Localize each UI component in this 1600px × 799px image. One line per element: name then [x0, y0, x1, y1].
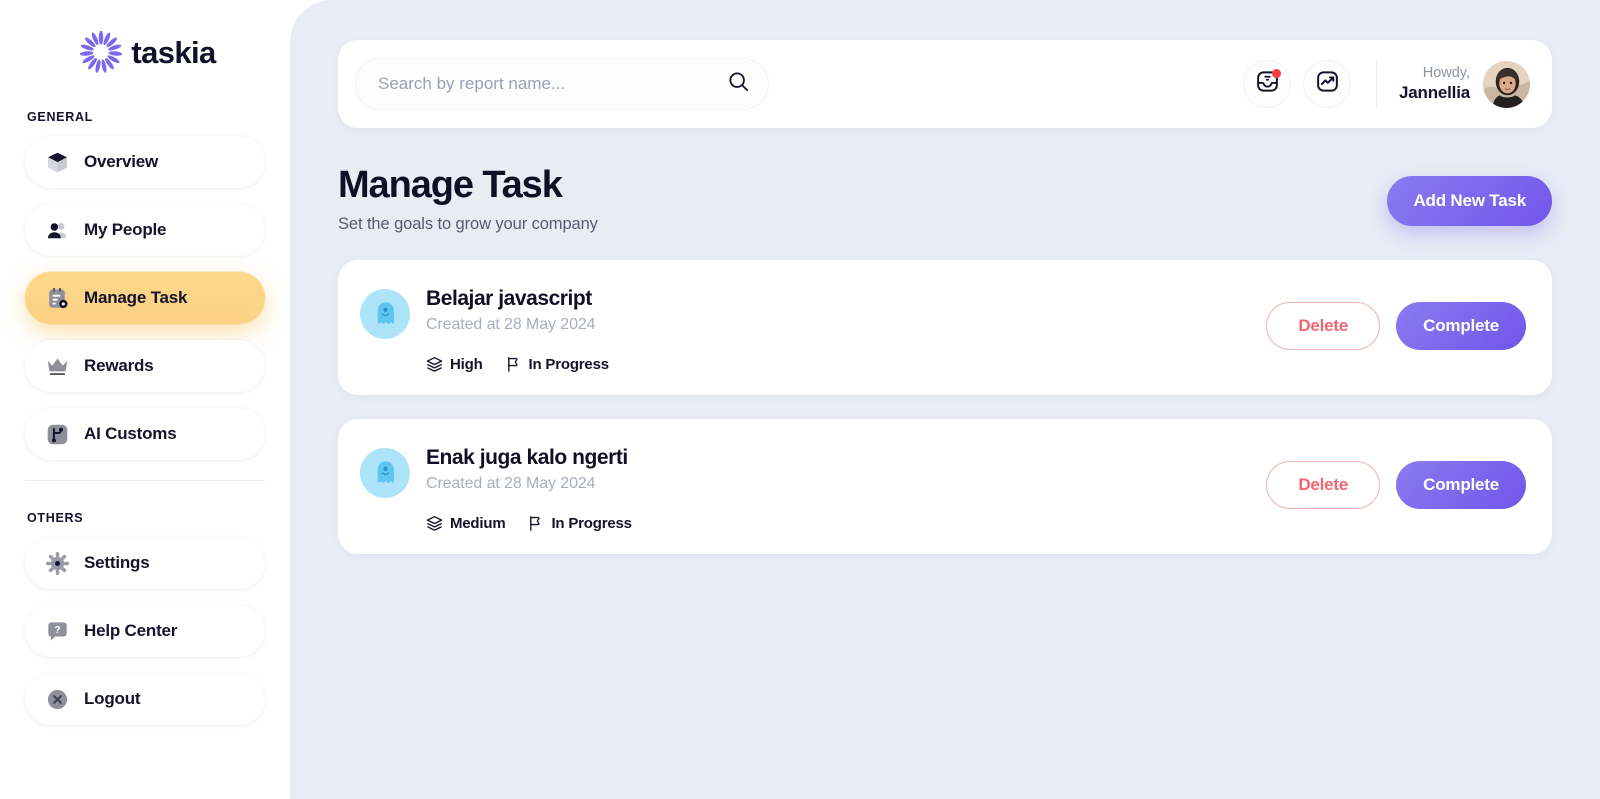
page-title: Manage Task	[338, 164, 563, 206]
page-subtitle: Set the goals to grow your company	[338, 214, 598, 233]
task-info: Belajar javascript Created at 28 May 202…	[360, 286, 1266, 373]
task-row[interactable]: Belajar javascript Created at 28 May 202…	[338, 259, 1552, 395]
user-greeting-block: Howdy, Jannellia	[1399, 64, 1470, 104]
users-group-icon	[45, 218, 70, 243]
user-name: Jannellia	[1399, 83, 1470, 103]
task-avatar	[360, 447, 410, 498]
sidebar-divider	[25, 480, 265, 481]
topbar-divider	[1376, 60, 1378, 108]
sidebar-item-overview[interactable]: Overview	[25, 136, 265, 188]
flag-icon	[527, 515, 544, 532]
svg-text:?: ?	[54, 625, 60, 636]
sidebar-nav-others: Settings ? Help Center Logout	[25, 537, 265, 725]
sidebar-nav-general: Overview My People Manage Task Rewards A…	[25, 136, 265, 460]
task-text-block: Belajar javascript Created at 28 May 202…	[426, 286, 609, 373]
main-content: Howdy, Jannellia	[290, 0, 1600, 799]
user-profile[interactable]: Howdy, Jannellia	[1399, 60, 1530, 108]
sidebar-item-label: Overview	[84, 152, 159, 171]
cube-box-icon	[45, 150, 70, 175]
search-container[interactable]	[356, 59, 768, 109]
task-actions: Delete Complete	[1266, 301, 1526, 350]
task-created-at: Created at 28 May 2024	[426, 315, 596, 333]
app-root: taskia GENERAL Overview My People Manage…	[0, 0, 1600, 799]
inbox-notification-button[interactable]	[1244, 61, 1291, 107]
complete-task-button[interactable]: Complete	[1396, 301, 1526, 350]
page-header: Manage Task Set the goals to grow your c…	[338, 164, 1552, 234]
question-bubble-icon: ?	[45, 619, 70, 644]
page-heading-text: Manage Task Set the goals to grow your c…	[338, 164, 1387, 234]
sidebar-item-label: Help Center	[84, 621, 178, 640]
sidebar-item-manage-task[interactable]: Manage Task	[25, 272, 265, 324]
task-priority: High	[426, 356, 483, 373]
sidebar-item-ai-customs[interactable]: AI Customs	[25, 408, 265, 460]
task-status: In Progress	[527, 514, 632, 532]
notification-badge	[1272, 69, 1282, 78]
task-priority-label: High	[450, 355, 483, 373]
sidebar-item-label: My People	[84, 220, 167, 239]
task-info: Enak juga kalo ngerti Created at 28 May …	[360, 445, 1266, 532]
task-avatar	[360, 288, 410, 339]
greeting-text: Howdy,	[1422, 64, 1470, 81]
task-list: Belajar javascript Created at 28 May 202…	[338, 259, 1552, 554]
task-text-block: Enak juga kalo ngerti Created at 28 May …	[426, 445, 632, 532]
sidebar-section-others: OTHERS	[27, 511, 84, 525]
close-circle-icon	[45, 687, 70, 712]
delete-task-button[interactable]: Delete	[1266, 301, 1381, 350]
search-input[interactable]	[378, 74, 727, 94]
sunburst-flower-icon	[80, 31, 123, 73]
sidebar-item-label: AI Customs	[84, 424, 177, 443]
ghost-avatar-icon	[372, 300, 399, 327]
sidebar-section-general: GENERAL	[27, 110, 94, 124]
topbar: Howdy, Jannellia	[338, 40, 1552, 128]
task-status: In Progress	[505, 356, 609, 373]
sidebar-item-rewards[interactable]: Rewards	[25, 340, 265, 392]
sidebar-item-help-center[interactable]: ? Help Center	[25, 605, 265, 657]
task-status-label: In Progress	[551, 514, 632, 532]
task-created-at: Created at 28 May 2024	[426, 474, 596, 492]
clipboard-task-icon	[45, 286, 70, 311]
task-priority-label: Medium	[450, 514, 506, 532]
task-meta: Medium In Progress	[426, 515, 632, 532]
sidebar-item-label: Settings	[84, 553, 150, 572]
sidebar: taskia GENERAL Overview My People Manage…	[0, 0, 290, 799]
sidebar-item-logout[interactable]: Logout	[25, 673, 265, 725]
layers-stack-icon	[426, 356, 443, 373]
search-icon[interactable]	[727, 70, 750, 98]
layers-stack-icon	[426, 515, 443, 532]
sidebar-item-label: Rewards	[84, 356, 154, 375]
sidebar-item-label: Manage Task	[84, 288, 188, 307]
sidebar-item-settings[interactable]: Settings	[25, 537, 265, 589]
flag-icon	[505, 356, 522, 373]
sidebar-item-label: Logout	[84, 689, 141, 708]
gear-icon	[45, 551, 70, 576]
ghost-avatar-icon	[372, 459, 399, 486]
task-title: Enak juga kalo ngerti	[426, 445, 628, 469]
branch-node-icon	[45, 422, 70, 447]
add-new-task-button[interactable]: Add New Task	[1387, 176, 1552, 226]
task-priority: Medium	[426, 514, 506, 532]
complete-task-button[interactable]: Complete	[1396, 460, 1526, 509]
activity-chart-button[interactable]	[1304, 61, 1351, 107]
brand-name: taskia	[131, 34, 216, 70]
task-row[interactable]: Enak juga kalo ngerti Created at 28 May …	[338, 418, 1552, 554]
brand-logo[interactable]: taskia	[25, 0, 265, 104]
task-status-label: In Progress	[528, 355, 610, 373]
avatar[interactable]	[1483, 60, 1530, 108]
delete-task-button[interactable]: Delete	[1266, 460, 1381, 509]
sidebar-item-my-people[interactable]: My People	[25, 204, 265, 256]
user-photo-avatar	[1483, 60, 1530, 108]
activity-chart-icon	[1315, 69, 1340, 99]
task-meta: High In Progress	[426, 356, 609, 373]
crown-icon	[45, 354, 70, 379]
task-actions: Delete Complete	[1266, 460, 1526, 509]
task-title: Belajar javascript	[426, 286, 592, 310]
